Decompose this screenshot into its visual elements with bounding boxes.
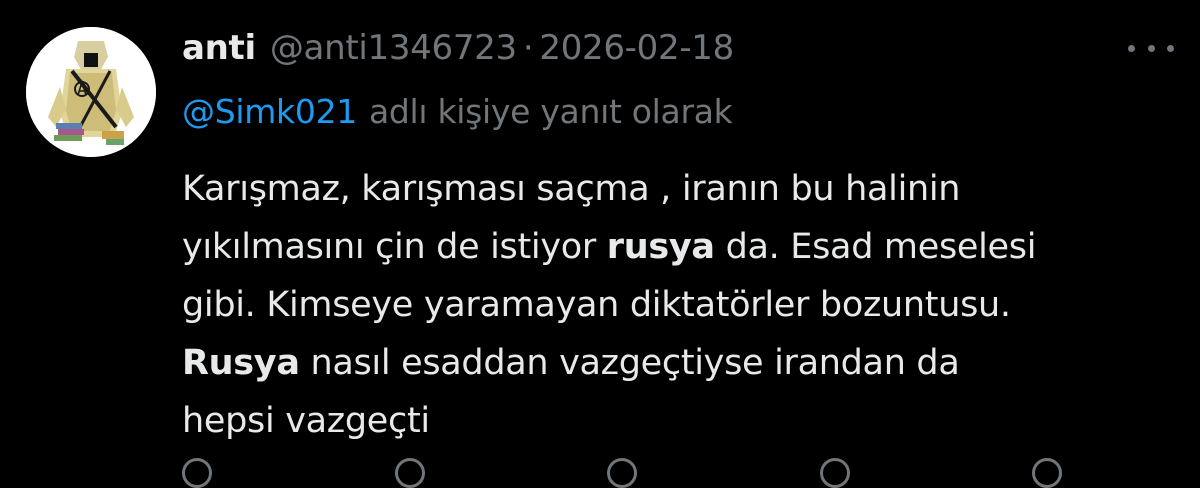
header-separator: ·: [522, 28, 534, 68]
tweet-text-segment: yıkılmasını çin de istiyor: [182, 227, 607, 267]
like-icon[interactable]: [607, 458, 637, 488]
tweet-text-segment: nasıl esaddan vazgeçtiyse irandan da: [299, 343, 960, 383]
tweet-text-bold: Rusya: [182, 343, 300, 383]
reply-context-text: adlı kişiye yanıt olarak: [368, 91, 733, 131]
tweet-text-line: gibi. Kimseye yaramayan diktatörler bozu…: [182, 276, 1172, 334]
tweet-text-segment: Karışmaz, karışması saçma , iranın bu ha…: [182, 169, 961, 209]
retweet-icon[interactable]: [394, 458, 425, 488]
tweet-date[interactable]: 2026-02-18: [539, 28, 734, 68]
display-name[interactable]: anti: [182, 28, 256, 68]
avatar[interactable]: [26, 27, 156, 157]
more-dot: [1167, 44, 1174, 52]
tweet-text-line: Rusya nasıl esaddan vazgeçtiyse irandan …: [182, 334, 1172, 392]
reply-mention-link[interactable]: @Simk021: [182, 92, 357, 131]
more-icon[interactable]: [1128, 38, 1174, 58]
avatar-image: [26, 27, 156, 157]
tweet-text-line: yıkılmasını çin de istiyor rusya da. Esa…: [182, 218, 1172, 276]
views-icon[interactable]: [819, 458, 850, 488]
tweet-text-line: Karışmaz, karışması saçma , iranın bu ha…: [182, 160, 1172, 218]
bookmark-icon[interactable]: [1032, 458, 1062, 488]
tweet-text-bold: rusya: [606, 227, 715, 267]
tweet-text-segment: gibi. Kimseye yaramayan diktatörler bozu…: [182, 285, 1011, 325]
more-dot: [1128, 44, 1135, 52]
tweet: anti @anti1346723 · 2026-02-18 @Simk021 …: [0, 0, 1200, 488]
tweet-actions: [182, 458, 1062, 488]
tweet-text-segment: da. Esad meselesi: [714, 227, 1037, 267]
tweet-text-segment: hepsi vazgeçti: [182, 401, 430, 441]
more-dot: [1147, 44, 1155, 52]
reply-context: @Simk021 adlı kişiye yanıt olarak: [182, 86, 733, 136]
user-handle[interactable]: @anti1346723: [270, 28, 517, 68]
reply-icon[interactable]: [182, 458, 212, 488]
tweet-text: Karışmaz, karışması saçma , iranın bu ha…: [182, 160, 1172, 450]
tweet-text-line: hepsi vazgeçti: [182, 392, 1172, 450]
tweet-header: anti @anti1346723 · 2026-02-18: [182, 22, 734, 74]
